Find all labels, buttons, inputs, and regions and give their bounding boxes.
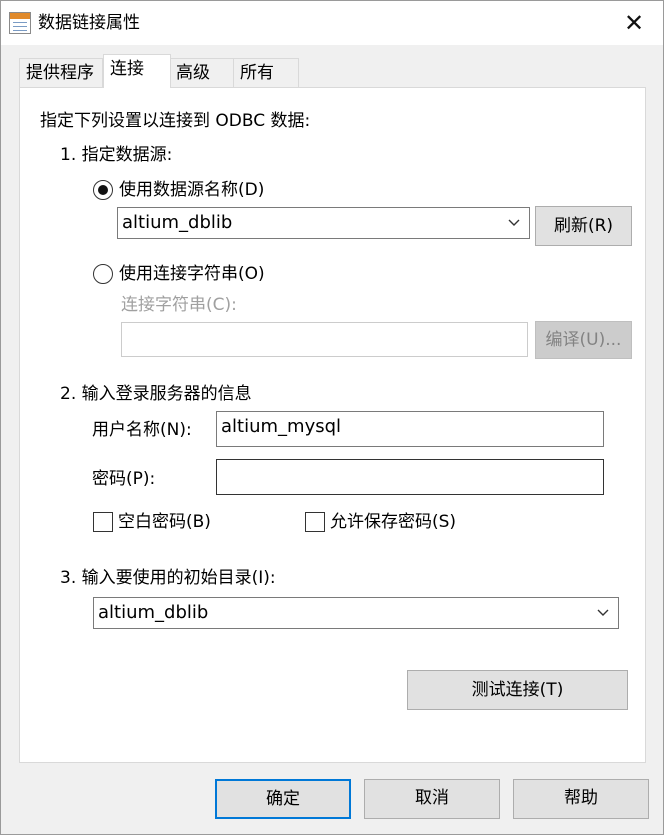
initial-catalog-dropdown[interactable]: altium_dblib: [93, 597, 619, 629]
radio-use-connection-string-label[interactable]: 使用连接字符串(O): [119, 263, 265, 285]
close-icon: ✕: [623, 9, 645, 37]
chevron-down-icon: [596, 598, 610, 628]
password-label: 密码(P):: [92, 469, 156, 489]
section3-heading: 3. 输入要使用的初始目录(I):: [60, 568, 276, 588]
username-input[interactable]: altium_mysql: [216, 411, 604, 447]
blank-password-label[interactable]: 空白密码(B): [118, 511, 211, 533]
initial-catalog-value: altium_dblib: [98, 602, 209, 623]
intro-text: 指定下列设置以连接到 ODBC 数据:: [40, 111, 311, 131]
refresh-button[interactable]: 刷新(R): [535, 206, 632, 246]
radio-use-dsn[interactable]: [93, 180, 113, 200]
window-title: 数据链接属性: [38, 13, 140, 33]
tab-connection[interactable]: 连接: [103, 54, 171, 88]
password-input[interactable]: [216, 459, 604, 495]
ok-button[interactable]: 确定: [215, 779, 351, 819]
title-bar: 数据链接属性 ✕: [1, 1, 663, 45]
radio-use-connection-string[interactable]: [93, 264, 113, 284]
connection-panel: 指定下列设置以连接到 ODBC 数据: 1. 指定数据源: 使用数据源名称(D)…: [19, 87, 646, 763]
cancel-button[interactable]: 取消: [364, 779, 500, 819]
tab-provider[interactable]: 提供程序: [19, 58, 103, 88]
blank-password-checkbox[interactable]: [93, 512, 113, 532]
tab-advanced[interactable]: 高级: [169, 58, 235, 88]
connection-string-input[interactable]: [121, 322, 528, 357]
dsn-value: altium_dblib: [122, 212, 233, 233]
dsn-dropdown[interactable]: altium_dblib: [117, 207, 530, 239]
section1-heading: 1. 指定数据源:: [60, 145, 173, 165]
save-password-checkbox[interactable]: [305, 512, 325, 532]
username-label: 用户名称(N):: [92, 420, 192, 440]
radio-use-dsn-label[interactable]: 使用数据源名称(D): [119, 179, 264, 201]
connection-string-label: 连接字符串(C):: [121, 295, 237, 315]
section2-heading: 2. 输入登录服务器的信息: [60, 384, 252, 404]
data-link-icon: [9, 12, 31, 34]
chevron-down-icon: [507, 208, 521, 238]
close-button[interactable]: ✕: [605, 1, 663, 45]
help-button[interactable]: 帮助: [513, 779, 649, 819]
tab-all[interactable]: 所有: [233, 58, 299, 88]
test-connection-button[interactable]: 测试连接(T): [407, 670, 628, 710]
data-link-properties-dialog: 数据链接属性 ✕ 提供程序 连接 高级 所有 指定下列设置以连接到 ODBC 数…: [0, 0, 664, 835]
save-password-label[interactable]: 允许保存密码(S): [330, 511, 456, 533]
compile-button[interactable]: 编译(U)...: [535, 321, 632, 359]
